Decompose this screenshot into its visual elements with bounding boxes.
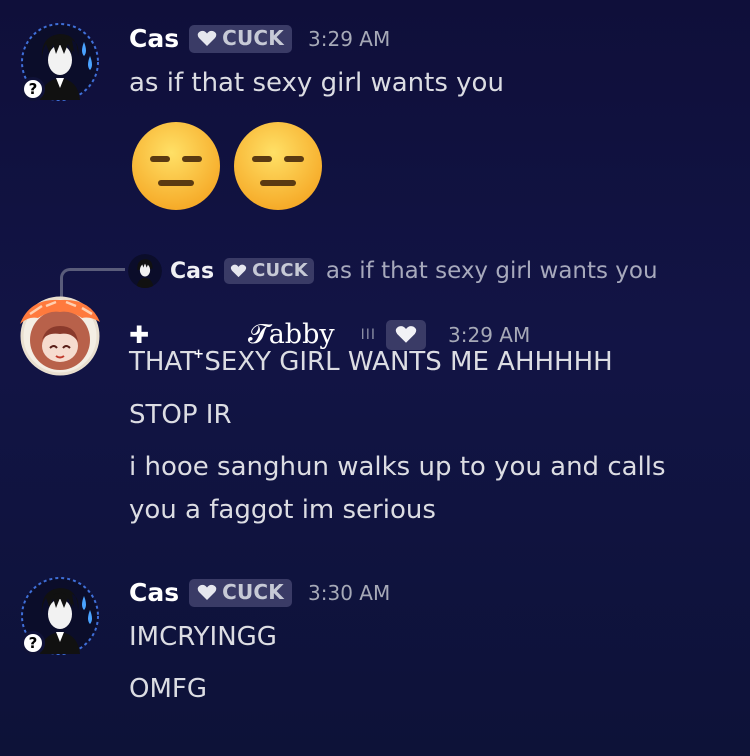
- message-header: Cas CUCK 3:29 AM: [129, 24, 390, 53]
- unknown-badge-icon: ?: [21, 631, 45, 655]
- heart-icon: [230, 264, 247, 277]
- role-tag[interactable]: CUCK: [189, 578, 293, 607]
- avatar-cas[interactable]: ?: [20, 22, 100, 102]
- expressionless-face-emoji-icon: [234, 122, 322, 210]
- reply-preview[interactable]: Cas CUCK as if that sexy girl wants you: [128, 254, 658, 288]
- timestamp: 3:29 AM: [308, 26, 391, 51]
- reply-username: Cas: [170, 258, 215, 284]
- timestamp: 3:30 AM: [308, 580, 391, 605]
- message-header: Cas CUCK 3:30 AM: [129, 578, 390, 607]
- reply-avatar: [128, 254, 162, 288]
- cas-avatar-art: [128, 254, 162, 288]
- message-text: OMFG: [129, 674, 207, 704]
- unknown-badge-icon: ?: [21, 77, 45, 101]
- reply-role-tag: CUCK: [224, 258, 314, 284]
- role-tag-label: CUCK: [222, 26, 285, 50]
- message-text: as if that sexy girl wants you: [129, 68, 504, 98]
- heart-icon: [197, 30, 217, 46]
- avatar-cas[interactable]: ?: [20, 576, 100, 656]
- message-text: THAT SEXY GIRL WANTS ME AHHHHH: [129, 347, 613, 377]
- message-text: IMCRYINGG: [129, 622, 277, 652]
- reply-text: as if that sexy girl wants you: [325, 258, 658, 284]
- role-tag[interactable]: CUCK: [189, 24, 293, 53]
- sushi-avatar-art: [20, 296, 100, 376]
- username[interactable]: Cas: [129, 24, 179, 53]
- expressionless-face-emoji-icon: [132, 122, 220, 210]
- username[interactable]: Cas: [129, 578, 179, 607]
- role-tag-label: CUCK: [222, 580, 285, 604]
- heart-icon: [197, 584, 217, 600]
- chat-panel: ? Cas CUCK 3:29 AM as if that sexy girl …: [0, 0, 750, 756]
- reply-role-tag-label: CUCK: [252, 260, 308, 281]
- message-text: you a faggot im serious: [129, 495, 436, 525]
- message-text: i hooe sanghun walks up to you and calls: [129, 452, 666, 482]
- avatar-tabby[interactable]: [20, 296, 100, 376]
- message-text: STOP IR: [129, 400, 232, 430]
- reply-spine: [60, 268, 125, 297]
